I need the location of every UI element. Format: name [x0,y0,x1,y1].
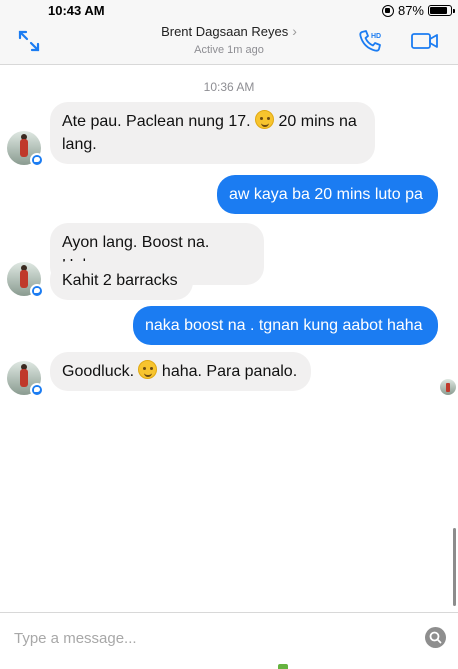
message-bubble-incoming[interactable]: Ate pau. Paclean nung 17. 20 mins na lan… [50,102,375,164]
message-timestamp: 10:36 AM [203,80,255,94]
rotation-lock-icon [381,4,394,17]
messenger-badge-icon [30,383,44,397]
wink-emoji-icon [255,110,275,129]
message-composer [0,612,458,669]
message-bubble-incoming[interactable]: Kahit 2 barracks [50,261,193,300]
scrollbar[interactable] [453,528,456,606]
smile-emoji-icon [138,360,158,379]
battery-icon [428,5,455,16]
svg-text:HD: HD [371,33,381,40]
message-thread[interactable]: 10:36 AM Ate pau. Paclean nung 17. 20 mi… [0,66,458,612]
status-bar: 10:43 AM 87% [0,0,458,20]
seen-avatar [440,379,456,395]
contact-name[interactable]: Brent Dagsaan Reyes [161,24,288,39]
status-right: 87% [381,3,455,18]
search-icon[interactable] [425,627,446,648]
message-bubble-outgoing[interactable]: naka boost na . tgnan kung aabot haha [133,306,438,345]
home-indicator [278,664,288,669]
message-bubble-outgoing[interactable]: aw kaya ba 20 mins luto pa [217,175,438,214]
contact-status: Active 1m ago [194,44,264,56]
chevron-right-icon: › [292,23,297,39]
contact-info[interactable]: Brent Dagsaan Reyes › Active 1m ago [0,23,458,56]
message-input[interactable] [14,627,414,649]
message-bubble-incoming[interactable]: Goodluck. haha. Para panalo. [50,352,311,391]
battery-percent: 87% [397,3,424,18]
phone-hd-icon[interactable]: HD [357,28,383,54]
messenger-badge-icon [30,153,44,167]
video-camera-icon[interactable] [410,30,440,52]
messenger-badge-icon [30,284,44,298]
conversation-header: Brent Dagsaan Reyes › Active 1m ago HD [0,20,458,65]
